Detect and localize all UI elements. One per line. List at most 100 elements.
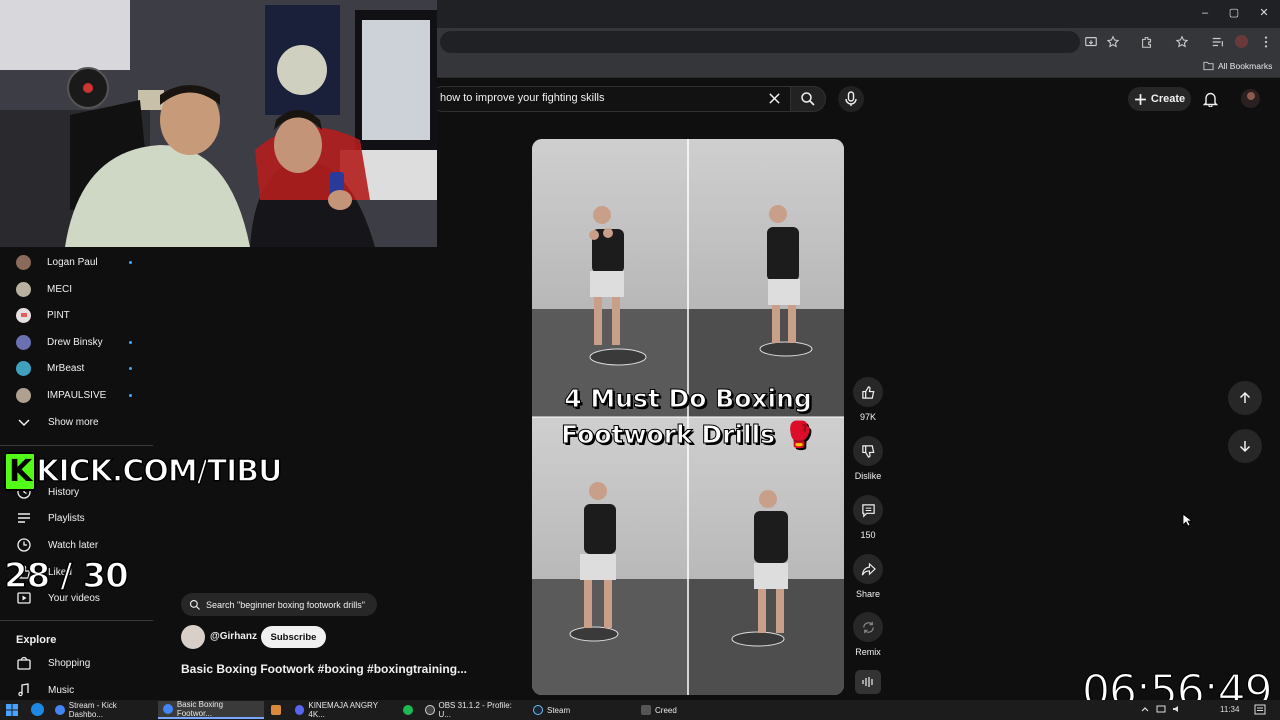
show-more-label: Show more bbox=[48, 416, 99, 428]
notification-center-icon[interactable] bbox=[1254, 704, 1266, 716]
show-more-button[interactable]: Show more bbox=[16, 412, 99, 432]
related-search-chip[interactable]: Search "beginner boxing footwork drills" bbox=[181, 593, 377, 616]
taskbar-item[interactable] bbox=[398, 701, 420, 719]
channel-avatar[interactable] bbox=[181, 625, 205, 649]
sidebar-item-playlists[interactable]: Playlists bbox=[16, 508, 85, 528]
like-button[interactable]: 97K bbox=[850, 377, 886, 422]
search-button[interactable] bbox=[790, 86, 826, 112]
sidebar-item-shopping[interactable]: Shopping bbox=[16, 653, 90, 673]
dislike-button[interactable]: Dislike bbox=[850, 436, 886, 481]
dislike-label: Dislike bbox=[854, 471, 882, 481]
previous-short-button[interactable] bbox=[1228, 381, 1262, 415]
taskbar-item-active[interactable]: Basic Boxing Footwor... bbox=[158, 700, 264, 719]
audio-wave-icon bbox=[862, 677, 873, 687]
sound-button[interactable] bbox=[855, 670, 881, 694]
taskbar-item[interactable]: KINEMAJA ANGRY 4K... bbox=[290, 701, 396, 719]
sidebar-item-drew-binsky[interactable]: Drew Binsky bbox=[16, 332, 132, 352]
spotify-icon bbox=[403, 705, 413, 715]
new-content-dot bbox=[129, 260, 132, 264]
comments-button[interactable]: 150 bbox=[850, 495, 886, 540]
sidebar-item-logan-paul[interactable]: Logan Paul bbox=[16, 252, 132, 272]
sidebar-item-pint[interactable]: PINT bbox=[16, 305, 70, 325]
chrome-icon bbox=[163, 704, 173, 714]
share-icon bbox=[861, 562, 876, 575]
like-count: 97K bbox=[859, 412, 876, 422]
webcam-feed bbox=[0, 0, 437, 247]
remix-label: Remix bbox=[855, 647, 881, 657]
channel-name[interactable]: @Girhanz bbox=[210, 631, 257, 642]
voice-search-button[interactable] bbox=[838, 86, 864, 112]
new-content-dot bbox=[129, 366, 132, 370]
system-tray[interactable] bbox=[1140, 704, 1182, 714]
address-bar[interactable] bbox=[440, 31, 1080, 53]
kick-logo-icon: K bbox=[4, 452, 37, 491]
progress-counter: 28 / 30 bbox=[3, 555, 129, 597]
taskbar-item-label: Creed bbox=[655, 705, 677, 715]
mouse-cursor-icon bbox=[1182, 513, 1192, 527]
account-avatar[interactable] bbox=[1241, 89, 1260, 108]
sidebar-item-label: Music bbox=[48, 684, 75, 696]
taskbar-item-label: KINEMAJA ANGRY 4K... bbox=[308, 701, 378, 719]
taskbar-item[interactable]: OBS 31.1.2 - Profile: U... bbox=[420, 701, 526, 719]
clear-search-icon[interactable] bbox=[768, 92, 781, 105]
taskbar-item[interactable]: Steam bbox=[528, 701, 634, 719]
short-title[interactable]: Basic Boxing Footwork #boxing #boxingtra… bbox=[181, 662, 467, 676]
video-text-overlay: 4 Must Do Boxing Footwork Drills 🥊 bbox=[532, 381, 844, 453]
sidebar-item-label: Watch later bbox=[48, 539, 99, 551]
sidebar-item-watch-later[interactable]: Watch later bbox=[16, 535, 98, 555]
watch-later-icon bbox=[17, 538, 31, 552]
related-search-label: Search "beginner boxing footwork drills" bbox=[206, 599, 365, 610]
subscribe-button[interactable]: Subscribe bbox=[261, 626, 326, 648]
taskbar-item[interactable]: Stream - Kick Dashbo... bbox=[50, 701, 156, 719]
chevron-down-icon bbox=[18, 419, 30, 427]
discord-icon bbox=[295, 705, 305, 715]
all-bookmarks[interactable]: All Bookmarks bbox=[1203, 61, 1272, 71]
music-icon bbox=[18, 683, 29, 697]
remix-icon bbox=[862, 621, 874, 633]
microphone-icon bbox=[845, 91, 857, 106]
next-short-button[interactable] bbox=[1228, 429, 1262, 463]
taskbar-item-label: Stream - Kick Dashbo... bbox=[68, 701, 117, 719]
remix-button[interactable]: Remix bbox=[850, 612, 886, 657]
windows-start-icon[interactable] bbox=[6, 704, 18, 716]
sidebar-item-music[interactable]: Music bbox=[16, 680, 74, 700]
edge-icon[interactable] bbox=[31, 703, 44, 716]
channel-avatar bbox=[16, 281, 31, 297]
channel-avatar bbox=[16, 307, 31, 323]
favorites-icon[interactable] bbox=[1175, 35, 1189, 49]
extensions-icon[interactable] bbox=[1140, 35, 1154, 49]
search-icon bbox=[801, 92, 815, 106]
comment-count: 150 bbox=[860, 530, 876, 540]
minimize-button[interactable]: – bbox=[1198, 6, 1212, 20]
notifications-bell-icon[interactable] bbox=[1203, 91, 1218, 107]
install-app-icon[interactable] bbox=[1084, 35, 1098, 49]
close-window-button[interactable]: ✕ bbox=[1257, 6, 1271, 20]
media-control-icon[interactable] bbox=[1211, 35, 1225, 49]
arrow-down-icon bbox=[1239, 441, 1251, 453]
profile-avatar[interactable] bbox=[1235, 35, 1248, 48]
taskbar-item-label: Steam bbox=[547, 705, 571, 715]
channel-avatar bbox=[16, 360, 31, 376]
create-button[interactable]: Create bbox=[1128, 87, 1191, 111]
sidebar-item-mrbeast[interactable]: MrBeast bbox=[16, 358, 132, 378]
sidebar-item-label: MECI bbox=[47, 283, 72, 295]
share-button[interactable]: Share bbox=[850, 554, 886, 599]
kick-channel-overlay: K KICK.COM/TIBU bbox=[4, 452, 283, 491]
explore-heading: Explore bbox=[16, 634, 57, 646]
kick-url-text: KICK.COM/TIBU bbox=[35, 453, 283, 490]
sidebar-item-meci[interactable]: MECI bbox=[16, 279, 72, 299]
taskbar-item[interactable]: Creed bbox=[636, 701, 742, 719]
sidebar-item-impaulsive[interactable]: IMPAULSIVE bbox=[16, 385, 132, 405]
short-video-player[interactable]: 4 Must Do Boxing Footwork Drills 🥊 bbox=[532, 139, 844, 695]
plus-icon bbox=[1134, 93, 1146, 105]
browser-menu-icon[interactable] bbox=[1259, 35, 1273, 49]
taskbar-item[interactable] bbox=[266, 701, 288, 719]
sidebar-item-label: MrBeast bbox=[47, 362, 85, 374]
sidebar-item-label: Playlists bbox=[48, 512, 85, 524]
sidebar-item-label: IMPAULSIVE bbox=[47, 389, 107, 401]
share-label: Share bbox=[855, 589, 881, 599]
maximize-button[interactable]: ▢ bbox=[1227, 6, 1241, 20]
sidebar-item-label: Drew Binsky bbox=[47, 336, 103, 348]
all-bookmarks-label: All Bookmarks bbox=[1218, 61, 1273, 71]
bookmark-star-icon[interactable] bbox=[1106, 35, 1120, 49]
